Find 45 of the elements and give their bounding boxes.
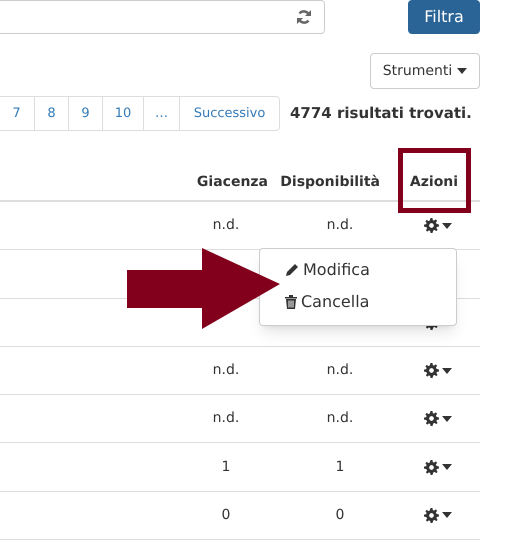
gear-icon — [424, 411, 439, 426]
pencil-icon — [285, 263, 299, 277]
column-header: Azioni — [408, 172, 458, 192]
table-cell-text: n.d. — [326, 216, 354, 236]
column-header: Giacenza — [196, 172, 269, 192]
gear-icon — [424, 218, 439, 234]
table-cell-text: n.d. — [212, 409, 240, 428]
actions-dropdown[interactable] — [424, 363, 452, 378]
menu-item[interactable]: Cancella — [260, 286, 456, 318]
trash-icon — [285, 295, 297, 309]
page-link[interactable]: … — [143, 96, 180, 131]
page-link[interactable]: Successivo — [179, 96, 280, 131]
actions-dropdown[interactable] — [424, 218, 452, 234]
arrow-icon — [127, 248, 280, 329]
refresh-icon[interactable] — [296, 9, 312, 25]
caret-icon — [457, 68, 468, 74]
gear-icon — [424, 460, 439, 475]
actions-dropdown[interactable] — [424, 411, 452, 426]
page-link[interactable]: 7 — [0, 96, 35, 131]
gear-icon — [424, 363, 439, 378]
actions-dropdown[interactable] — [424, 508, 452, 523]
results-count: 4774 risultati trovati. — [290, 103, 472, 124]
caret-icon — [442, 222, 452, 229]
table-cell-text: 1 — [222, 458, 230, 477]
table-cell-text: n.d. — [326, 409, 354, 428]
table-cell-text: n.d. — [212, 216, 240, 236]
table-cell-text: 0 — [222, 506, 230, 525]
caret-icon — [442, 464, 452, 470]
table-cell-text: 1 — [336, 458, 344, 477]
search-field[interactable] — [0, 0, 325, 34]
table-cell-text: 0 — [336, 506, 344, 525]
page-link[interactable]: 10 — [102, 96, 144, 131]
page-link[interactable]: 9 — [68, 96, 103, 131]
caret-icon — [442, 512, 452, 518]
caret-icon — [442, 368, 452, 374]
table-cell-text: n.d. — [326, 361, 354, 380]
tools-button[interactable]: Strumenti — [370, 53, 480, 89]
page-link[interactable]: 8 — [34, 96, 69, 131]
gear-icon — [424, 508, 439, 523]
actions-dropdown[interactable] — [424, 460, 452, 475]
menu-item[interactable]: Modifica — [260, 254, 456, 286]
table-cell-text: n.d. — [212, 361, 240, 380]
caret-icon — [442, 416, 452, 422]
column-header: Disponibilità — [280, 172, 381, 192]
filter-button[interactable]: Filtra — [408, 0, 480, 34]
